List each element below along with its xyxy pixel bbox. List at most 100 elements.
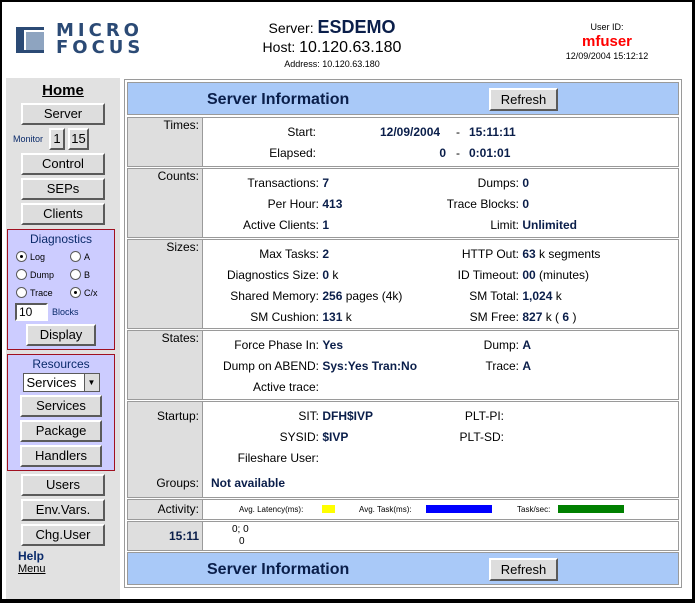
- radio-label: Log: [30, 251, 46, 262]
- server-label: Server:: [268, 20, 314, 36]
- user-info: User ID: mfuser 12/09/2004 15:12:12: [532, 22, 682, 61]
- counts-label: Counts:: [128, 169, 203, 237]
- resources-select[interactable]: Services ▼: [22, 373, 100, 392]
- start-label: Start:: [287, 125, 316, 139]
- monitor-row: Monitor 1 15: [6, 128, 120, 150]
- resources-title: Resources: [32, 357, 90, 371]
- startup-row: Startup: Groups: SIT: DFH$IVP SYSID: $IV…: [127, 401, 679, 498]
- home-link[interactable]: Home: [6, 82, 120, 100]
- env-vars-button[interactable]: Env.Vars.: [21, 499, 105, 521]
- seps-button[interactable]: SEPs: [21, 178, 105, 200]
- start-date: 12/09/2004: [380, 125, 441, 139]
- blocks-input[interactable]: [15, 303, 48, 321]
- micro-focus-logo-icon: MICRO FOCUS: [16, 22, 151, 60]
- groups-value: Not available: [211, 476, 286, 490]
- radio-icon[interactable]: [70, 269, 81, 280]
- host-value: 10.120.63.180: [299, 39, 402, 56]
- sample-line2: 0: [239, 536, 245, 547]
- per-hour: Per Hour: 413: [267, 197, 343, 211]
- radio-selected-icon[interactable]: [70, 287, 81, 298]
- sm-cushion: SM Cushion: 131 k: [250, 310, 352, 324]
- radio-label: C/x: [84, 287, 98, 298]
- groups-label: Groups:: [156, 476, 199, 490]
- activity-sample-row: 15:11 0; 0 0: [127, 521, 679, 551]
- dropdown-arrow-icon[interactable]: ▼: [83, 374, 99, 391]
- sit: SIT: DFH$IVP: [298, 409, 374, 423]
- avg-latency-swatch: [322, 505, 335, 513]
- user-id-value: mfuser: [581, 33, 633, 50]
- radio-label: A: [84, 251, 91, 262]
- radio-icon[interactable]: [70, 251, 81, 262]
- display-button[interactable]: Display: [26, 324, 96, 346]
- radio-log[interactable]: Log: [16, 249, 70, 264]
- services-button[interactable]: Services: [20, 395, 102, 417]
- dump-state: Dump: A: [483, 338, 532, 352]
- activity-label: Activity:: [128, 500, 203, 519]
- address-label: Address:: [284, 59, 320, 69]
- active-clients: Active Clients: 1: [242, 218, 330, 232]
- current-datetime: 12/09/2004 15:12:12: [565, 51, 649, 61]
- activity-legend: Avg. Latency(ms): Avg. Task(ms): Task/se…: [204, 500, 678, 519]
- package-button[interactable]: Package: [20, 420, 102, 442]
- server-button[interactable]: Server: [21, 103, 105, 125]
- task-per-sec-swatch: [558, 505, 624, 513]
- activity-row: Activity: Avg. Latency(ms): Avg. Task(ms…: [127, 499, 679, 520]
- elapsed-days: 0: [439, 146, 446, 160]
- blocks-label: Blocks: [52, 307, 79, 317]
- plt-pi: PLT-PI:: [464, 409, 504, 423]
- resources-select-value: Services: [26, 375, 77, 390]
- elapsed-time: 0:01:01: [469, 146, 511, 160]
- handlers-button[interactable]: Handlers: [20, 445, 102, 467]
- radio-icon[interactable]: [16, 269, 27, 280]
- times-row: Times: Start: 12/09/2004 - 15:11:11 Elap…: [127, 117, 679, 167]
- server-info: Server: ESDEMO Host: 10.120.63.180 Addre…: [232, 18, 432, 71]
- top-title-band: Server Information Refresh: [127, 82, 679, 115]
- force-phase-in: Force Phase In: Yes: [234, 338, 344, 352]
- host-label: Host:: [262, 39, 296, 55]
- sample-line1: 0; 0: [232, 524, 249, 535]
- sm-free: SM Free: 827 k ( 6 ): [469, 310, 577, 324]
- help-menu-link[interactable]: Menu: [6, 563, 120, 575]
- logo-line2: FOCUS: [56, 37, 145, 58]
- id-timeout: ID Timeout: 00 (minutes): [457, 268, 590, 282]
- transactions: Transactions: 7: [247, 176, 330, 190]
- chg-user-button[interactable]: Chg.User: [21, 524, 105, 546]
- refresh-button-top[interactable]: Refresh: [489, 88, 558, 111]
- diagnostics-size: Diagnostics Size: 0 k: [226, 268, 339, 282]
- states-label: States:: [128, 331, 203, 399]
- radio-selected-icon[interactable]: [16, 251, 27, 262]
- sm-total: SM Total: 1,024 k: [469, 289, 562, 303]
- diagnostics-panel: Diagnostics Log A Dump B Trace C/x Block…: [7, 229, 115, 350]
- radio-trace[interactable]: Trace: [16, 285, 70, 300]
- user-id-label: User ID:: [590, 22, 624, 32]
- radio-label: Trace: [30, 287, 53, 298]
- task-per-sec-label: Task/sec:: [517, 505, 551, 514]
- clients-button[interactable]: Clients: [21, 203, 105, 225]
- help-title: Help: [18, 549, 45, 563]
- http-out: HTTP Out: 63 k segments: [461, 247, 601, 261]
- trace-blocks: Trace Blocks: 0: [446, 197, 530, 211]
- bottom-title-band: Server Information Refresh: [127, 552, 679, 585]
- radio-cx[interactable]: C/x: [70, 285, 120, 300]
- radio-icon[interactable]: [16, 287, 27, 298]
- radio-label: Dump: [30, 269, 55, 280]
- section-title-bottom: Server Information: [207, 561, 350, 578]
- radio-dump[interactable]: Dump: [16, 267, 70, 282]
- monitor-15-button[interactable]: 15: [68, 128, 90, 150]
- limit: Limit: Unlimited: [490, 218, 578, 232]
- sysid: SYSID: $IVP: [279, 430, 349, 444]
- control-button[interactable]: Control: [21, 153, 105, 175]
- users-button[interactable]: Users: [21, 474, 105, 496]
- elapsed-label: Elapsed:: [269, 146, 316, 160]
- monitor-1-button[interactable]: 1: [49, 128, 66, 150]
- refresh-button-bottom[interactable]: Refresh: [489, 558, 558, 581]
- start-time: 15:11:11: [469, 125, 516, 139]
- dumps: Dumps: 0: [477, 176, 530, 190]
- radio-b[interactable]: B: [70, 267, 120, 282]
- plt-sd: PLT-SD:: [459, 430, 504, 444]
- times-label: Times:: [128, 118, 203, 166]
- fileshare-user: Fileshare User:: [237, 451, 319, 465]
- start-sep: -: [456, 125, 460, 139]
- sidebar: Home Server Monitor 1 15 Control SEPs Cl…: [6, 78, 120, 599]
- radio-a[interactable]: A: [70, 249, 120, 264]
